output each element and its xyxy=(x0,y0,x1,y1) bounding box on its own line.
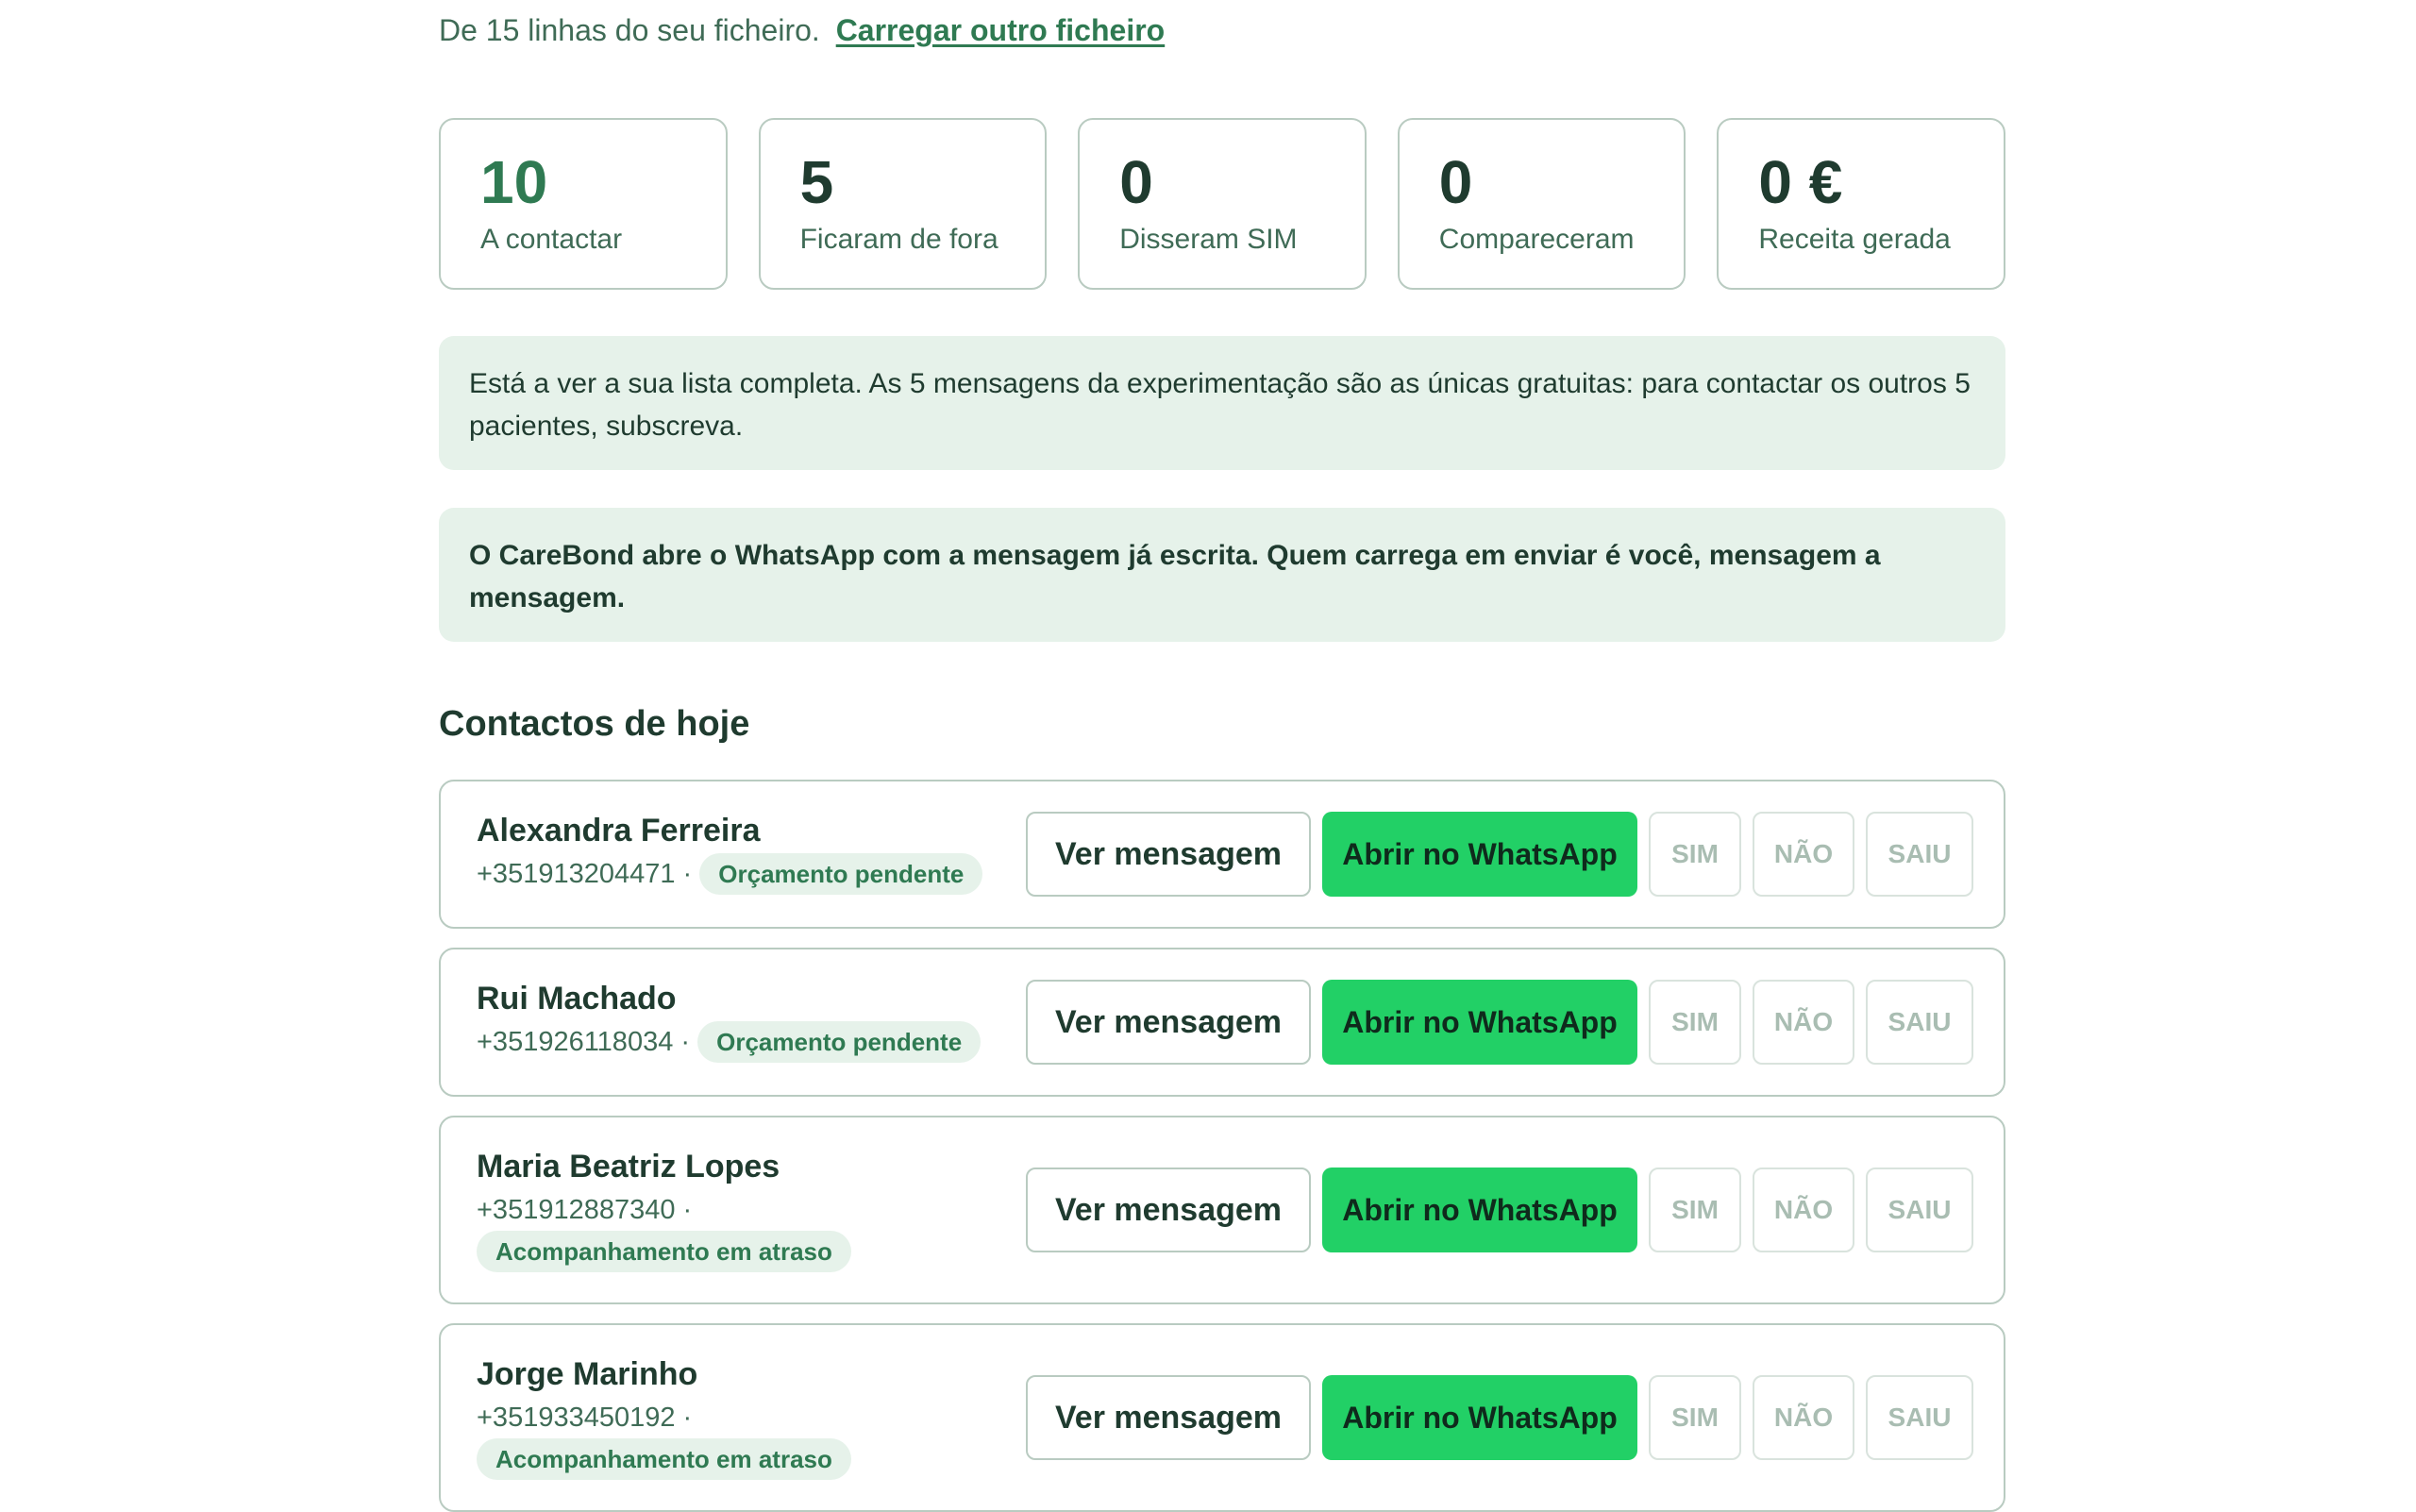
mark-left-button[interactable]: SAIU xyxy=(1866,1375,1973,1460)
contact-meta: +351912887340 · Acompanhamento em atraso xyxy=(477,1189,1005,1272)
view-message-button[interactable]: Ver mensagem xyxy=(1026,1375,1311,1460)
mark-no-button[interactable]: NÃO xyxy=(1753,812,1854,897)
trial-notice: Está a ver a sua lista completa. As 5 me… xyxy=(439,336,2005,470)
contact-phone: +351912887340 · xyxy=(477,1195,693,1225)
contact-info: Rui Machado +351926118034 · Orçamento pe… xyxy=(477,978,1005,1063)
stat-revenue: 0 € Receita gerada xyxy=(1717,118,2005,290)
stat-to-contact: 10 A contactar xyxy=(439,118,728,290)
mark-yes-button[interactable]: SIM xyxy=(1649,980,1741,1065)
mark-no-button[interactable]: NÃO xyxy=(1753,1375,1854,1460)
stat-value: 0 € xyxy=(1758,148,1843,216)
open-whatsapp-button[interactable]: Abrir no WhatsApp xyxy=(1322,980,1637,1065)
open-whatsapp-button[interactable]: Abrir no WhatsApp xyxy=(1322,1168,1637,1252)
stat-said-yes: 0 Disseram SIM xyxy=(1078,118,1367,290)
contact-card: Rui Machado +351926118034 · Orçamento pe… xyxy=(439,948,2005,1097)
stat-value: 0 xyxy=(1119,148,1153,216)
contact-meta: +351933450192 · Acompanhamento em atraso xyxy=(477,1397,1005,1480)
view-message-button[interactable]: Ver mensagem xyxy=(1026,980,1311,1065)
upload-another-file-link[interactable]: Carregar outro ficheiro xyxy=(836,13,1166,47)
contact-actions: Ver mensagem Abrir no WhatsApp SIM NÃO S… xyxy=(1026,1117,1973,1302)
contact-info: Alexandra Ferreira +351913204471 · Orçam… xyxy=(477,810,1005,895)
mark-yes-button[interactable]: SIM xyxy=(1649,812,1741,897)
stat-value: 0 xyxy=(1438,148,1473,216)
view-message-button[interactable]: Ver mensagem xyxy=(1026,812,1311,897)
open-whatsapp-button[interactable]: Abrir no WhatsApp xyxy=(1322,1375,1637,1460)
open-whatsapp-button[interactable]: Abrir no WhatsApp xyxy=(1322,812,1637,897)
contact-meta: +351926118034 · Orçamento pendente xyxy=(477,1021,1005,1063)
mark-left-button[interactable]: SAIU xyxy=(1866,980,1973,1065)
contact-card: Jorge Marinho +351933450192 · Acompanham… xyxy=(439,1323,2005,1512)
stat-label: Receita gerada xyxy=(1758,224,1951,255)
whatsapp-info-notice: O CareBond abre o WhatsApp com a mensage… xyxy=(439,508,2005,642)
stat-label: Ficaram de fora xyxy=(799,224,998,255)
status-badge: Orçamento pendente xyxy=(699,853,983,895)
contact-meta: +351913204471 · Orçamento pendente xyxy=(477,853,1005,895)
contact-actions: Ver mensagem Abrir no WhatsApp SIM NÃO S… xyxy=(1026,781,1973,927)
contact-card: Alexandra Ferreira +351913204471 · Orçam… xyxy=(439,780,2005,929)
mark-no-button[interactable]: NÃO xyxy=(1753,980,1854,1065)
mark-yes-button[interactable]: SIM xyxy=(1649,1168,1741,1252)
mark-left-button[interactable]: SAIU xyxy=(1866,812,1973,897)
contact-info: Jorge Marinho +351933450192 · Acompanham… xyxy=(477,1353,1005,1480)
contact-name: Jorge Marinho xyxy=(477,1356,698,1392)
contact-phone: +351913204471 · xyxy=(477,859,693,889)
stat-value: 5 xyxy=(799,148,834,216)
file-summary: De 15 linhas do seu ficheiro. Carregar o… xyxy=(439,13,1165,48)
contact-phone: +351926118034 · xyxy=(477,1027,691,1057)
mark-yes-button[interactable]: SIM xyxy=(1649,1375,1741,1460)
section-title: Contactos de hoje xyxy=(439,704,750,744)
stats-row: 10 A contactar 5 Ficaram de fora 0 Disse… xyxy=(439,118,2005,290)
view-message-button[interactable]: Ver mensagem xyxy=(1026,1168,1311,1252)
contact-info: Maria Beatriz Lopes +351912887340 · Acom… xyxy=(477,1146,1005,1272)
contact-card: Maria Beatriz Lopes +351912887340 · Acom… xyxy=(439,1116,2005,1304)
stat-attended: 0 Compareceram xyxy=(1397,118,1686,290)
stat-label: Disseram SIM xyxy=(1119,224,1298,255)
status-badge: Acompanhamento em atraso xyxy=(477,1438,851,1480)
file-summary-text: De 15 linhas do seu ficheiro. xyxy=(439,13,820,47)
status-badge: Orçamento pendente xyxy=(697,1021,982,1063)
stat-label: A contactar xyxy=(480,224,623,255)
contact-name: Rui Machado xyxy=(477,981,677,1016)
contact-name: Alexandra Ferreira xyxy=(477,813,761,848)
contact-actions: Ver mensagem Abrir no WhatsApp SIM NÃO S… xyxy=(1026,1325,1973,1510)
contact-actions: Ver mensagem Abrir no WhatsApp SIM NÃO S… xyxy=(1026,949,1973,1095)
mark-no-button[interactable]: NÃO xyxy=(1753,1168,1854,1252)
stat-value: 10 xyxy=(480,148,548,216)
status-badge: Acompanhamento em atraso xyxy=(477,1231,851,1272)
stat-label: Compareceram xyxy=(1438,224,1635,255)
contact-name: Maria Beatriz Lopes xyxy=(477,1149,780,1184)
contact-phone: +351933450192 · xyxy=(477,1403,693,1433)
mark-left-button[interactable]: SAIU xyxy=(1866,1168,1973,1252)
stat-left-out: 5 Ficaram de fora xyxy=(758,118,1048,290)
